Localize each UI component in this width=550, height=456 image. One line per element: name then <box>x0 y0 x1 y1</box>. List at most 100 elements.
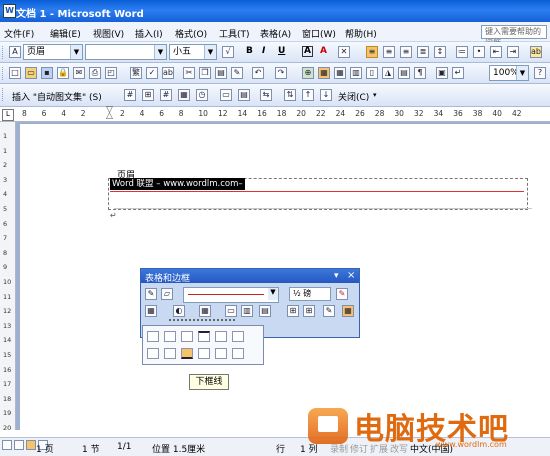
draw-table-icon[interactable]: ✎ <box>145 288 157 300</box>
justify-left-icon[interactable]: ≡ <box>366 46 378 58</box>
insert-date-icon[interactable]: ▦ <box>178 89 190 101</box>
menu-file[interactable]: 文件(F) <box>4 27 34 40</box>
font-color-button[interactable]: A <box>320 46 327 56</box>
show-previous-icon[interactable]: ↑ <box>302 89 314 101</box>
redo-icon[interactable]: ↷ <box>275 67 287 79</box>
styles-pane-icon[interactable]: A <box>9 46 21 58</box>
insert-autotext-button[interactable]: 插入 "自动图文集" (S) <box>12 90 102 103</box>
top-border-icon[interactable] <box>198 331 210 342</box>
show-next-icon[interactable]: ↓ <box>320 89 332 101</box>
diagonal-up-icon[interactable] <box>232 348 244 359</box>
no-border-icon[interactable] <box>181 331 193 342</box>
line-style-select[interactable]: ▼ <box>183 287 279 303</box>
format-painter-icon[interactable]: ✎ <box>231 67 243 79</box>
line-weight-select[interactable]: ½ 磅 <box>289 287 331 301</box>
insert-page-count-icon[interactable]: ⊞ <box>142 89 154 101</box>
tab-selector-icon[interactable]: L <box>2 109 14 121</box>
bottom-border-icon[interactable] <box>181 348 193 359</box>
sort-icon[interactable]: ▦ <box>342 305 354 317</box>
formula-icon[interactable]: √ <box>222 46 234 58</box>
show-document-text-icon[interactable]: ▤ <box>238 89 250 101</box>
autoformat-icon[interactable]: ✎ <box>323 305 335 317</box>
menu-tools[interactable]: 工具(T) <box>219 27 250 40</box>
bold-button[interactable]: B <box>246 46 253 56</box>
close-header-button[interactable]: 关闭(C) <box>338 90 369 103</box>
paste-icon[interactable]: ▤ <box>215 67 227 79</box>
help-icon[interactable]: ? <box>534 67 546 79</box>
underline-button[interactable]: U <box>278 46 285 56</box>
reading-mode-icon[interactable]: ▣ <box>436 67 448 79</box>
print-icon[interactable]: ⎙ <box>89 67 101 79</box>
print-preview-icon[interactable]: ◰ <box>105 67 117 79</box>
numbering-icon[interactable]: ≔ <box>456 46 468 58</box>
line-spacing-icon[interactable]: ↕ <box>434 46 446 58</box>
bullets-icon[interactable]: • <box>473 46 485 58</box>
diagonal-down-icon[interactable] <box>215 331 227 342</box>
cut-icon[interactable]: ✂ <box>183 67 195 79</box>
italic-button[interactable]: I <box>262 46 265 56</box>
horizontal-line-icon[interactable] <box>232 331 244 342</box>
spelling-icon[interactable]: ✓ <box>146 67 158 79</box>
all-borders-icon[interactable] <box>147 331 159 342</box>
distribute-cols-icon[interactable]: ⊞ <box>303 305 315 317</box>
insert-page-number-icon[interactable]: # <box>124 89 136 101</box>
page-setup-icon[interactable]: ▭ <box>220 89 232 101</box>
borders-icon[interactable]: ▦ <box>145 305 157 317</box>
switch-header-footer-icon[interactable]: ⇅ <box>284 89 296 101</box>
toolbar-options-icon[interactable]: ▾ <box>373 91 377 99</box>
vertical-ruler[interactable]: 1 1 2 3 4 5 6 7 8 9 10 11 12 13 14 15 16 17 18 19 20 <box>0 122 16 432</box>
increase-indent-icon[interactable]: ⇥ <box>507 46 519 58</box>
align-center-icon[interactable]: ≡ <box>383 46 395 58</box>
save-icon[interactable]: ▪ <box>41 67 53 79</box>
distributed-icon[interactable]: ≣ <box>417 46 429 58</box>
same-as-previous-icon[interactable]: ⇆ <box>260 89 272 101</box>
insert-excel-icon[interactable]: ▥ <box>350 67 362 79</box>
horizontal-ruler[interactable]: L 8 6 4 2 2 4 6 8 10 12 14 16 18 20 22 24 26 28 30 32 34 36 38… <box>0 106 550 122</box>
menu-insert[interactable]: 插入(I) <box>135 27 163 40</box>
toolbar-grip[interactable] <box>2 67 6 80</box>
inside-h-border-icon[interactable] <box>164 348 176 359</box>
menu-table[interactable]: 表格(A) <box>260 27 291 40</box>
ask-question-input[interactable]: 键入需要帮助的问题 <box>481 25 547 48</box>
open-icon[interactable]: ▭ <box>25 67 37 79</box>
undo-icon[interactable]: ↶ <box>252 67 264 79</box>
show-hide-icon[interactable]: ¶ <box>414 67 426 79</box>
zoom-select[interactable]: 100% ▼ <box>489 65 529 81</box>
toolbar-grip[interactable] <box>2 46 6 59</box>
copy-icon[interactable]: ❐ <box>199 67 211 79</box>
hyperlink-icon[interactable]: ⊕ <box>302 67 314 79</box>
shading-color-icon[interactable]: ◐ <box>173 305 185 317</box>
decrease-indent-icon[interactable]: ⇤ <box>490 46 502 58</box>
merge-cells-icon[interactable]: ▭ <box>225 305 237 317</box>
indent-marker-icon[interactable]: ▽ △ <box>106 106 113 122</box>
font-select[interactable]: ▼ <box>85 44 167 60</box>
normal-view-icon[interactable] <box>2 440 12 450</box>
new-document-icon[interactable]: □ <box>9 67 21 79</box>
inside-border-icon[interactable] <box>147 348 159 359</box>
style-select[interactable]: 页眉 ▼ <box>23 44 83 60</box>
toolbar-grip[interactable] <box>2 88 6 101</box>
highlight-icon[interactable]: ab <box>530 46 542 58</box>
columns-icon[interactable]: ▯ <box>366 67 378 79</box>
permission-icon[interactable]: 🔒 <box>57 67 69 79</box>
char-border-button[interactable]: A <box>302 46 313 57</box>
insert-table-icon[interactable]: ▦ <box>199 305 211 317</box>
paragraph-mark-icon[interactable]: ↵ <box>452 67 464 79</box>
eraser-icon[interactable]: ▱ <box>161 288 173 300</box>
outside-borders-icon[interactable] <box>164 331 176 342</box>
left-border-icon[interactable] <box>198 348 210 359</box>
font-size-select[interactable]: 小五 ▼ <box>169 44 217 60</box>
panel-menu-icon[interactable]: ▾ <box>334 271 339 281</box>
menu-window[interactable]: 窗口(W) <box>302 27 336 40</box>
menu-format[interactable]: 格式(O) <box>175 27 207 40</box>
right-border-icon[interactable] <box>215 348 227 359</box>
tables-borders-icon[interactable]: ▦ <box>318 67 330 79</box>
web-view-icon[interactable] <box>14 440 24 450</box>
menu-edit[interactable]: 编辑(E) <box>50 27 81 40</box>
email-icon[interactable]: ✉ <box>73 67 85 79</box>
insert-table-icon[interactable]: ▦ <box>334 67 346 79</box>
close-icon[interactable]: × <box>347 270 355 281</box>
text-effect-icon[interactable]: ✕ <box>338 46 350 58</box>
document-map-icon[interactable]: ▤ <box>398 67 410 79</box>
print-view-icon[interactable] <box>26 440 36 450</box>
